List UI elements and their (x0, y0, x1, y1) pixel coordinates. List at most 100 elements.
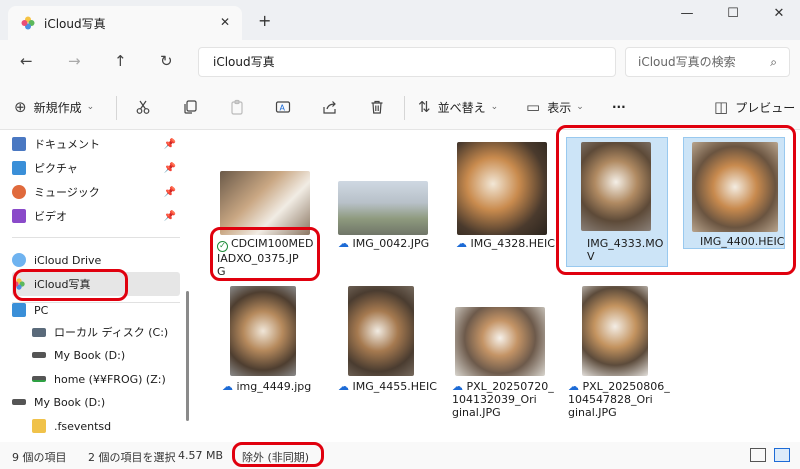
sidebar-item-videos[interactable]: ビデオ 📌 (12, 204, 180, 228)
pin-icon: 📌 (163, 162, 176, 174)
videos-icon (12, 209, 26, 223)
chevron-down-icon: ⌄ (490, 102, 499, 112)
selection-count: 2 個の項目を選択 (88, 451, 176, 464)
rename-button[interactable]: A (275, 84, 291, 130)
sidebar-item-label: iCloud Drive (34, 253, 102, 267)
highlight-selected-files (556, 125, 796, 275)
share-button[interactable] (322, 84, 338, 130)
sidebar-scrollbar[interactable] (186, 291, 189, 421)
sidebar-item-pc[interactable]: PC (12, 298, 180, 322)
details-view-icon[interactable] (750, 448, 766, 462)
file-tile[interactable]: ☁ PXL_20250720_ 104132039_Ori ginal.JPG (450, 285, 554, 425)
selection-size: 4.57 MB (178, 449, 224, 462)
sidebar-divider (12, 237, 180, 238)
photo-thumbnail (220, 171, 310, 235)
paste-icon (231, 99, 243, 115)
file-name: ☁ IMG_4455.HEIC (338, 380, 437, 393)
preview-label: プレビュー (735, 100, 796, 115)
status-bar: 9 個の項目 2 個の項目を選択 4.57 MB 除外 (非同期) (0, 442, 800, 469)
drive-icon (32, 352, 46, 358)
file-name: ☁ PXL_20250806_ 104547828_Ori ginal.JPG (568, 380, 670, 419)
sidebar-item-music[interactable]: ミュージック 📌 (12, 180, 180, 204)
view-label: 表示 (547, 100, 572, 115)
sidebar-item-label: My Book (D:) (34, 395, 106, 409)
sidebar-item-fseventsd[interactable]: .fseventsd (32, 414, 180, 438)
back-button[interactable]: ← (20, 52, 33, 70)
sort-button[interactable]: ⇅ 並べ替え ⌄ (418, 84, 498, 130)
pictures-icon (12, 161, 26, 175)
toolbar-divider (116, 96, 117, 120)
new-tab-button[interactable]: + (258, 11, 271, 30)
forward-button[interactable]: → (68, 52, 81, 70)
new-button[interactable]: ⊕ 新規作成 ⌄ (14, 84, 94, 130)
folder-icon (32, 419, 46, 433)
sidebar-item-network-drive[interactable]: home (¥¥FROG) (Z:) (32, 367, 180, 391)
sidebar-item-label: .fseventsd (54, 419, 112, 433)
minimize-button[interactable]: — (672, 6, 702, 26)
sidebar-item-label: ドキュメント (34, 138, 100, 151)
item-count: 9 個の項目 (12, 451, 67, 464)
up-button[interactable]: ↑ (114, 52, 127, 70)
chevron-down-icon: ⌄ (576, 102, 584, 112)
more-options-button[interactable]: ··· (612, 84, 626, 130)
address-bar[interactable]: iCloud写真 (198, 47, 616, 77)
cloud-icon: ☁ (338, 237, 349, 250)
close-button[interactable]: ✕ (764, 6, 794, 26)
photo-thumbnail (338, 181, 428, 235)
drive-icon (32, 327, 46, 337)
search-icon: ⌕ (770, 55, 777, 69)
tab-close-icon[interactable]: ✕ (220, 15, 230, 29)
file-name: ☁ PXL_20250720_ 104132039_Ori ginal.JPG (452, 380, 554, 419)
sidebar-item-pictures[interactable]: ピクチャ 📌 (12, 156, 180, 180)
file-tile[interactable]: ☁ img_4449.jpg (214, 285, 318, 425)
file-name: ☁ IMG_0042.JPG (338, 237, 430, 250)
share-icon (323, 101, 336, 114)
view-button[interactable]: ▭ 表示 ⌄ (526, 84, 584, 130)
photo-thumbnail (455, 307, 545, 376)
copy-icon (184, 100, 197, 114)
file-tile[interactable]: ☁ PXL_20250806_ 104547828_Ori ginal.JPG (566, 285, 670, 425)
drive-icon (12, 399, 26, 405)
sidebar-item-label: ローカル ディスク (C:) (54, 326, 169, 339)
cloud-icon (12, 253, 26, 267)
cloud-icon: ☁ (338, 380, 349, 393)
pin-icon: 📌 (163, 186, 176, 198)
tab-icloud-photos[interactable]: iCloud写真 ✕ (8, 6, 242, 40)
toolbar-divider (404, 96, 405, 120)
sort-label: 並べ替え (437, 100, 486, 115)
cut-button[interactable] (135, 84, 151, 130)
cloud-icon: ☁ (452, 380, 463, 393)
search-box[interactable]: iCloud写真の検索 ⌕ (625, 47, 790, 77)
photo-thumbnail (457, 142, 547, 235)
paste-button[interactable] (229, 84, 245, 130)
preview-pane-button[interactable]: ◫ プレビュー (714, 84, 795, 130)
title-bar: iCloud写真 ✕ + — ☐ ✕ (0, 0, 800, 40)
pin-icon: 📌 (163, 210, 176, 222)
copy-button[interactable] (182, 84, 198, 130)
delete-icon (371, 100, 383, 114)
photos-app-icon (21, 16, 35, 30)
plus-circle-icon: ⊕ (14, 98, 27, 116)
sidebar-item-documents[interactable]: ドキュメント 📌 (12, 132, 180, 156)
search-placeholder: iCloud写真の検索 (638, 55, 736, 69)
rename-icon: A (275, 101, 291, 113)
sidebar-item-label: PC (34, 303, 49, 317)
delete-button[interactable] (369, 84, 385, 130)
large-icons-view-icon[interactable] (774, 448, 790, 462)
file-name: ☁ img_4449.jpg (222, 380, 312, 393)
sidebar-item-local-disk[interactable]: ローカル ディスク (C:) (32, 320, 180, 344)
svg-text:A: A (280, 104, 286, 113)
sidebar-item-mybook[interactable]: My Book (D:) (32, 343, 180, 367)
sort-icon: ⇅ (418, 98, 431, 116)
sidebar-item-folder-partial[interactable] (32, 436, 180, 441)
sidebar-item-label: ミュージック (34, 186, 100, 199)
file-tile[interactable]: ☁ IMG_4455.HEIC (332, 285, 437, 425)
sidebar-item-mybook-root[interactable]: My Book (D:) (12, 390, 180, 414)
maximize-button[interactable]: ☐ (718, 6, 748, 26)
pin-icon: 📌 (163, 138, 176, 150)
refresh-button[interactable]: ↻ (160, 52, 173, 70)
highlight-synced-file (210, 227, 320, 281)
sidebar-item-label: ビデオ (34, 210, 67, 223)
address-row: ← → ↑ ↻ iCloud写真 iCloud写真の検索 ⌕ (0, 40, 800, 84)
documents-icon (12, 137, 26, 151)
